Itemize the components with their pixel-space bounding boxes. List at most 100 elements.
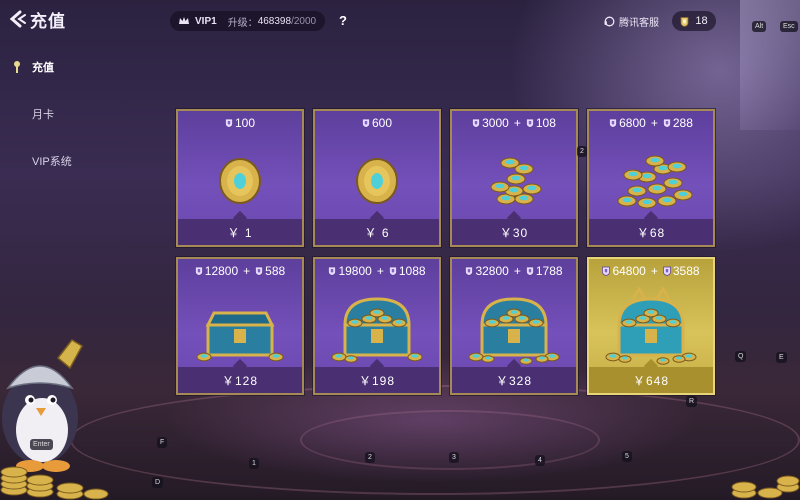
gem-currency-icon xyxy=(662,118,671,128)
pack-price-button[interactable]: ￥68 xyxy=(589,219,713,245)
pack-price: ￥68 xyxy=(636,225,666,240)
d-key-hint: D xyxy=(152,477,164,488)
side-navigation: 充值 月卡 VIP系统 xyxy=(10,56,130,197)
pack-amount: 12800 +588 xyxy=(178,264,302,278)
gem-currency-icon xyxy=(472,118,480,128)
nav-item-label: 月卡 xyxy=(32,109,54,121)
chest-overflow-icon xyxy=(468,297,560,365)
pack-amount: 100 xyxy=(178,116,302,130)
pack-price-button[interactable]: ￥328 xyxy=(452,367,576,393)
gem-currency-icon xyxy=(609,118,617,128)
pack-amount: 600 xyxy=(315,116,439,130)
pack-price-button[interactable]: ￥648 xyxy=(589,367,713,393)
slot-5-hint: 5 xyxy=(622,451,632,462)
pack-price: ￥328 xyxy=(495,373,533,388)
gem-currency-icon xyxy=(680,16,689,27)
pack-price-button[interactable]: ￥30 xyxy=(452,219,576,245)
nav-item-monthly-card[interactable]: 月卡 xyxy=(10,103,130,125)
pack-price: ￥198 xyxy=(358,373,396,388)
customer-service-button[interactable]: 腾讯客服 xyxy=(604,13,659,29)
nav-item-label: VIP系统 xyxy=(32,156,72,168)
plus-sign: + xyxy=(650,264,658,278)
coin-stack-large-icon xyxy=(617,155,693,209)
back-button[interactable]: 充值 xyxy=(8,8,66,31)
recharge-pack-card[interactable]: 100 ￥ 1 xyxy=(176,109,304,247)
page-title: 充值 xyxy=(30,11,66,31)
gem-currency-icon xyxy=(362,118,370,128)
level-current: 468398 xyxy=(257,15,292,27)
esc-key-hint: Esc xyxy=(780,21,798,32)
coin-single-icon xyxy=(356,158,398,204)
vip-progress-pill[interactable]: VIP1 升级： 468398/2000 xyxy=(170,11,325,31)
pack-base-amount: 19800 xyxy=(338,264,372,278)
plus-sign: + xyxy=(376,264,384,278)
pack-bonus-amount: 588 xyxy=(265,264,286,278)
coin-pile-left-icon xyxy=(0,466,109,500)
pack-amount: 32800 +1788 xyxy=(452,264,576,278)
top-bar: 充值 VIP1 升级： 468398/2000 ? 腾讯客服 18 Alt Es… xyxy=(0,0,800,40)
nav-item-vip-system[interactable]: VIP系统 xyxy=(10,150,130,172)
coin-balance-pill[interactable]: 18 xyxy=(672,11,716,31)
coin-balance: 18 xyxy=(695,15,708,27)
level-label: 升级： xyxy=(227,17,258,29)
pack-amount: 19800 +1088 xyxy=(315,264,439,278)
pack-base-amount: 12800 xyxy=(204,264,239,278)
recharge-pack-card[interactable]: 64800 +3588 ￥648 xyxy=(587,257,715,395)
slot-4-hint: 4 xyxy=(535,455,545,466)
slot-3-hint: 3 xyxy=(449,452,459,463)
recharge-pack-card[interactable]: 3000 +108 ￥30 xyxy=(450,109,578,247)
e-key-hint: E xyxy=(776,352,787,363)
pack-price: ￥30 xyxy=(499,225,529,240)
recharge-pack-card[interactable]: 12800 +588 ￥128 xyxy=(176,257,304,395)
pack-price: ￥ 1 xyxy=(227,225,253,240)
chest-gold-icon xyxy=(605,287,697,365)
recharge-pack-card[interactable]: 6800 +288 ￥68 xyxy=(587,109,715,247)
pack-base-amount: 100 xyxy=(234,116,256,130)
gem-currency-icon xyxy=(662,266,671,276)
q-key-hint: Q xyxy=(735,351,747,362)
recharge-pack-grid: 100 ￥ 1 600 ￥ 6 3000 +108 ￥30 6800 +288 ￥68 12800 +… xyxy=(176,109,715,395)
recharge-pack-card[interactable]: 600 ￥ 6 xyxy=(313,109,441,247)
pack-bonus-amount: 1088 xyxy=(398,264,426,278)
active-pin-icon xyxy=(14,61,20,73)
gem-currency-icon xyxy=(465,266,474,276)
gem-currency-icon xyxy=(194,266,203,276)
gem-currency-icon xyxy=(255,266,264,276)
pack-price: ￥128 xyxy=(221,373,259,388)
r-key-hint: R xyxy=(686,396,698,407)
coin-stack-small-icon xyxy=(490,157,542,205)
chest-full-icon xyxy=(331,297,423,363)
chest-open-icon xyxy=(196,311,284,362)
back-arrow-icon xyxy=(9,10,26,28)
recharge-pack-card[interactable]: 19800 +1088 ￥198 xyxy=(313,257,441,395)
pack-base-amount: 6800 xyxy=(619,116,646,130)
plus-sign: + xyxy=(513,264,521,278)
pack-base-amount: 600 xyxy=(371,116,393,130)
pack-base-amount: 32800 xyxy=(475,264,509,278)
pack-amount: 6800 +288 xyxy=(589,116,713,130)
nav-item-recharge[interactable]: 充值 xyxy=(10,56,130,78)
slot-1-hint: 1 xyxy=(249,458,259,469)
gem-currency-icon xyxy=(328,266,337,276)
plus-sign: + xyxy=(513,116,521,130)
pack-bonus-amount: 288 xyxy=(672,116,693,130)
alt-key-hint: Alt xyxy=(752,21,767,32)
coin-single-icon xyxy=(219,158,261,204)
pack-bonus-amount: 108 xyxy=(535,116,556,130)
pack-price-button[interactable]: ￥ 6 xyxy=(315,219,439,245)
pack-price-button[interactable]: ￥ 1 xyxy=(178,219,302,245)
recharge-pack-card[interactable]: 32800 +1788 ￥328 xyxy=(450,257,578,395)
pack-bonus-amount: 3588 xyxy=(672,264,700,278)
gem-currency-icon xyxy=(525,266,534,276)
gem-currency-icon xyxy=(225,118,233,128)
pack-base-amount: 64800 xyxy=(612,264,646,278)
gem-currency-icon xyxy=(602,266,611,276)
gem-currency-icon xyxy=(525,118,534,128)
nav-item-label: 充值 xyxy=(32,62,54,74)
pack-price-button[interactable]: ￥128 xyxy=(178,367,302,393)
pack-price-button[interactable]: ￥198 xyxy=(315,367,439,393)
slot-2-hint: 2 xyxy=(365,452,375,463)
pack-bonus-amount: 1788 xyxy=(535,264,563,278)
help-button[interactable]: ? xyxy=(334,12,352,30)
plus-sign: + xyxy=(650,116,658,130)
